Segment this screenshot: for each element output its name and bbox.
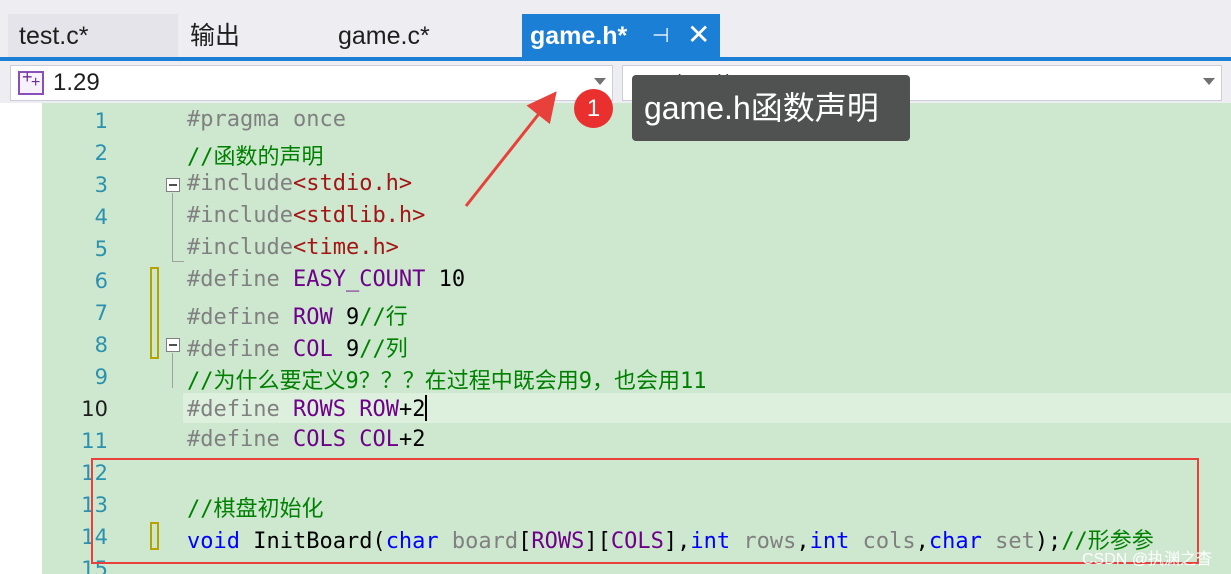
watermark: CSDN @执渊之杳 xyxy=(1082,551,1213,568)
annotation-arrow xyxy=(464,91,557,207)
step-badge: 1 xyxy=(574,89,613,128)
annotation-callout: game.h函数声明 xyxy=(632,75,910,141)
